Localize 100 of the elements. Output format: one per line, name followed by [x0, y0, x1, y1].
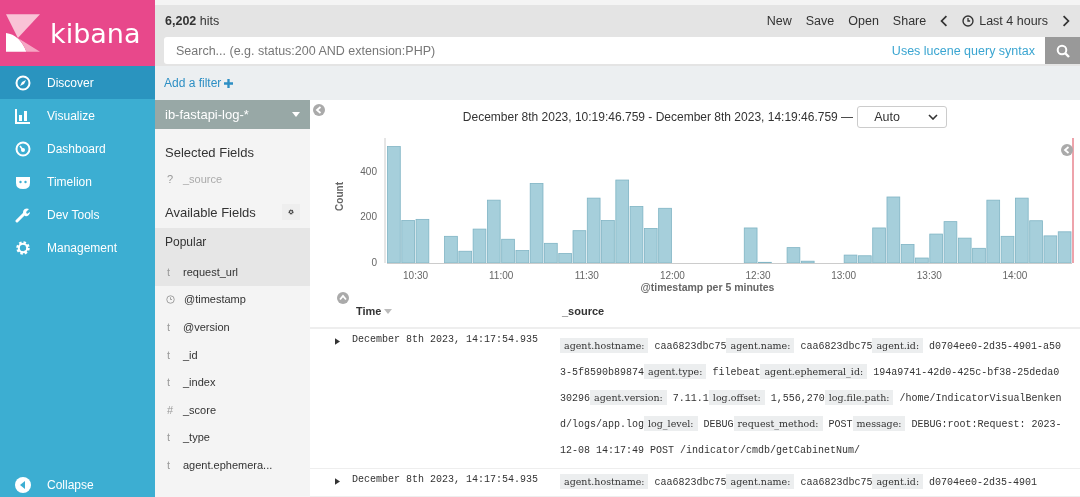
histogram-bar[interactable] — [487, 199, 501, 264]
histogram-bar[interactable] — [1029, 220, 1043, 264]
histogram-bar[interactable] — [444, 235, 458, 264]
field-row[interactable]: t @version — [155, 313, 310, 341]
histogram-bar[interactable] — [572, 230, 587, 264]
histogram-bar[interactable] — [515, 250, 530, 264]
time-picker[interactable]: Last 4 hours — [962, 14, 1048, 28]
x-tick-label: 10:30 — [403, 270, 429, 281]
expand-icon[interactable] — [335, 478, 340, 485]
group-header: Popular — [155, 228, 310, 258]
histogram-bar[interactable] — [758, 261, 772, 264]
field-type-label: t — [167, 376, 172, 389]
field-row[interactable]: t agent.ephemera... — [155, 451, 310, 479]
histogram-bar[interactable] — [629, 206, 644, 264]
collapse-chart-icon[interactable] — [337, 292, 349, 304]
field-name: @version — [183, 321, 230, 333]
dashboard-icon — [15, 140, 31, 157]
brand-name: kibana — [50, 17, 141, 49]
clock-icon — [166, 294, 175, 304]
search-button[interactable] — [1045, 37, 1080, 64]
histogram-bar[interactable] — [558, 253, 572, 264]
field-row[interactable]: t _index — [155, 368, 310, 396]
histogram-bar[interactable] — [943, 221, 958, 264]
histogram-bar[interactable] — [458, 250, 473, 264]
histogram-bar[interactable] — [387, 146, 401, 264]
histogram-bar[interactable] — [658, 207, 672, 264]
time-cell-text: December 8th 2023, 14:17:54.935 — [351, 334, 540, 345]
histogram-bar[interactable] — [786, 247, 801, 264]
histogram-bar[interactable] — [401, 220, 415, 264]
field-row[interactable]: t _id — [155, 340, 310, 369]
clock-icon — [962, 15, 975, 27]
section-title: Selected Fields — [164, 144, 255, 162]
chevron-down-icon — [928, 114, 939, 120]
settings-icon — [288, 207, 294, 217]
compass-icon — [15, 74, 31, 91]
histogram-bar[interactable] — [1043, 235, 1058, 264]
histogram-bar[interactable] — [415, 218, 430, 264]
field-name: _score — [183, 403, 217, 416]
histogram-bar[interactable] — [601, 220, 615, 264]
logo-icon — [6, 14, 40, 52]
column-header: _source — [562, 305, 605, 317]
field-name: request_url — [183, 265, 239, 278]
field-row[interactable]: t request_url — [155, 258, 310, 286]
x-tick-label: 12:00 — [659, 270, 686, 281]
wrench-icon — [15, 206, 31, 223]
column-header[interactable]: Time — [356, 305, 562, 317]
histogram-bar[interactable] — [872, 227, 886, 264]
y-tick-label: 0 — [371, 256, 378, 268]
search-icon — [1055, 43, 1070, 58]
menu-link[interactable]: New — [766, 14, 792, 28]
x-tick-label: 14:00 — [1002, 270, 1028, 281]
histogram-bar[interactable] — [843, 254, 858, 264]
histogram-bar[interactable] — [900, 244, 915, 264]
histogram-bar[interactable] — [972, 247, 986, 264]
menu-link[interactable]: Save — [805, 14, 835, 28]
settings-button[interactable] — [282, 204, 300, 220]
histogram-bar[interactable] — [501, 238, 515, 264]
histogram-bar[interactable] — [858, 255, 872, 264]
field-type-label: t — [167, 321, 172, 333]
field-row[interactable]: t _type — [155, 423, 310, 452]
histogram-bar[interactable] — [986, 199, 1001, 264]
collapse-icon — [15, 477, 31, 493]
histogram-bar[interactable] — [886, 196, 901, 264]
x-tick-label: 11:30 — [574, 270, 600, 281]
histogram-bar[interactable] — [1000, 235, 1015, 264]
histogram-bar[interactable] — [743, 227, 758, 264]
expand-icon[interactable] — [335, 338, 340, 345]
time-range: December 8th 2023, 10:19:46.759 - December 8th 2023, 14:19:46.759 — — [462, 110, 854, 124]
histogram-bar[interactable] — [1057, 231, 1072, 264]
histogram-bar[interactable] — [800, 260, 815, 264]
caret-icon — [292, 112, 300, 117]
field-type-label: t — [167, 348, 172, 361]
histogram-bar[interactable] — [615, 179, 629, 264]
time-label: Last 4 hours — [979, 14, 1048, 28]
histogram-bar[interactable] — [957, 237, 972, 264]
histogram-bar[interactable] — [529, 183, 544, 264]
field-row[interactable]: @timestamp — [155, 285, 310, 314]
chevron-right-icon[interactable] — [1062, 15, 1070, 27]
collapse-panel-icon[interactable] — [313, 104, 325, 116]
field-type-label: t — [167, 431, 172, 444]
histogram-bar[interactable] — [915, 257, 929, 264]
x-tick-label: 11:00 — [489, 270, 514, 281]
interval-select[interactable]: Auto — [857, 106, 948, 128]
histogram-bar[interactable] — [586, 197, 601, 264]
x-tick-label: 13:30 — [916, 270, 943, 281]
y-tick-label: 400 — [360, 166, 378, 178]
chevron-left-icon[interactable] — [940, 15, 949, 27]
histogram-bar[interactable] — [1015, 197, 1029, 264]
sort-icon — [384, 308, 393, 314]
field-type-label: ? — [167, 173, 174, 185]
histogram-bar[interactable] — [472, 228, 487, 264]
field-name: _id — [183, 348, 198, 361]
field-row[interactable]: # _score — [155, 395, 310, 424]
histogram-bar[interactable] — [929, 233, 943, 264]
menu-link[interactable]: Share — [892, 14, 927, 28]
collapse-panel-icon[interactable] — [1061, 144, 1073, 156]
menu-link[interactable]: Open — [848, 14, 879, 28]
histogram-bar[interactable] — [544, 242, 558, 264]
histogram-bar[interactable] — [644, 228, 658, 264]
y-axis: 0 200 400 — [360, 137, 386, 268]
